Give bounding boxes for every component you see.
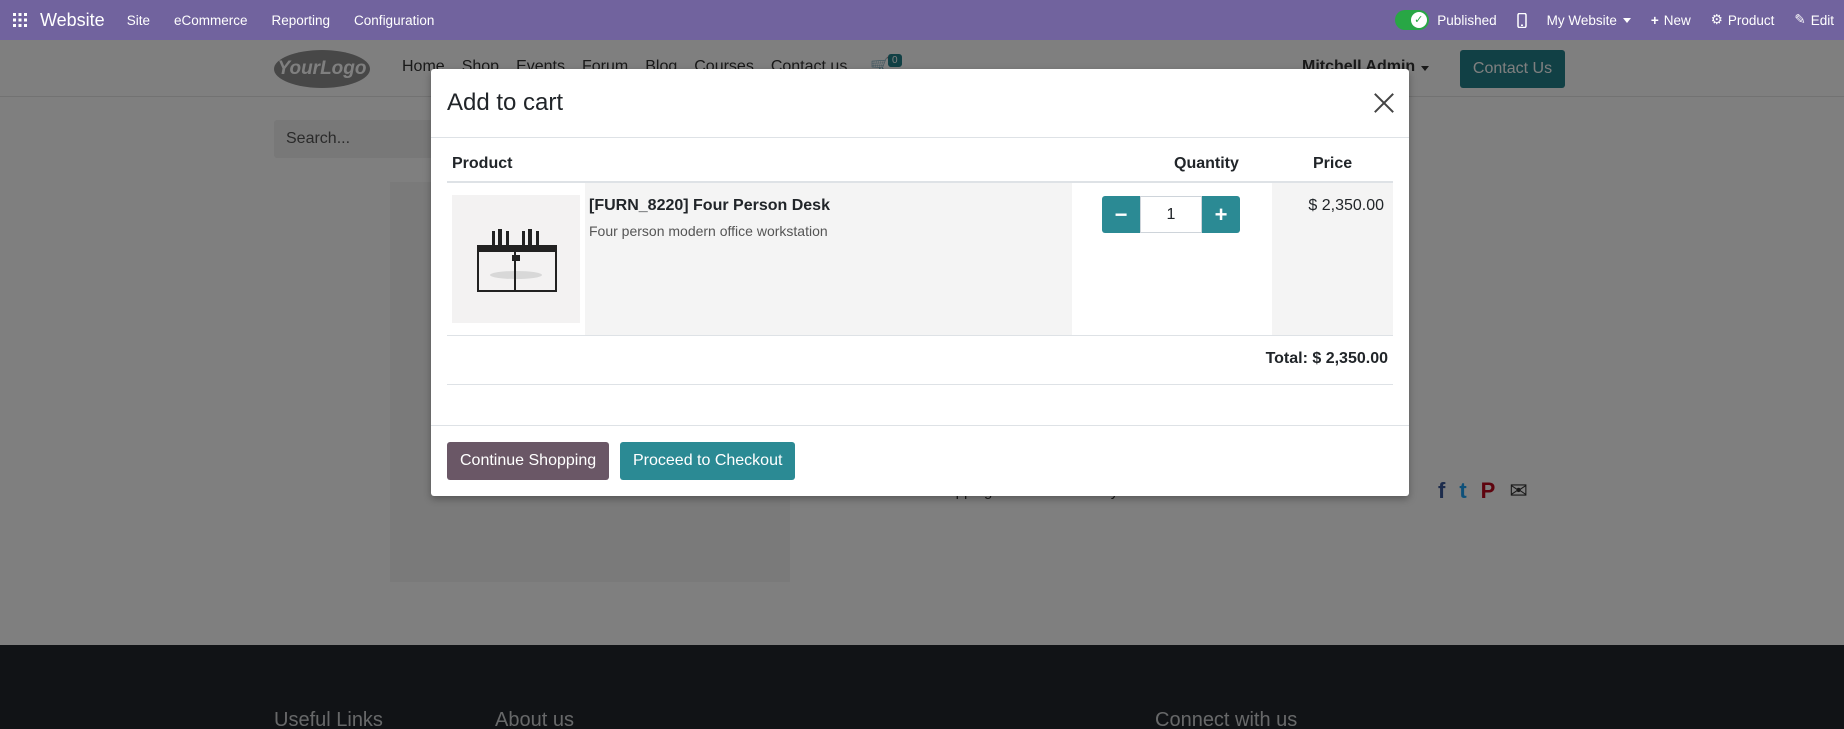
plus-icon: + xyxy=(1650,12,1659,28)
decrease-quantity-button[interactable]: − xyxy=(1102,196,1140,233)
modal-footer: Continue Shopping Proceed to Checkout xyxy=(431,425,1409,496)
product-info-cell: [FURN_8220] Four Person Desk Four person… xyxy=(585,183,1072,335)
edit-label: Edit xyxy=(1810,12,1834,28)
price-cell: $ 2,350.00 xyxy=(1272,183,1393,335)
product-thumbnail xyxy=(452,195,580,323)
desk-image-icon xyxy=(477,229,557,292)
caret-down-icon xyxy=(1622,17,1631,23)
product-label: Product xyxy=(1727,12,1775,28)
modal-title: Add to cart xyxy=(447,89,564,116)
total-amount: Total: $ 2,350.00 xyxy=(1265,350,1388,367)
my-website-dropdown[interactable]: My Website xyxy=(1547,13,1631,28)
toggle-switch[interactable]: ✓ xyxy=(1395,10,1430,30)
modal-header: Add to cart xyxy=(431,69,1409,138)
menu-ecommerce[interactable]: eCommerce xyxy=(174,13,248,28)
total-row: Total: $ 2,350.00 xyxy=(447,336,1393,385)
product-price: $ 2,350.00 xyxy=(1308,197,1384,214)
product-button[interactable]: ⚙ Product xyxy=(1711,12,1775,28)
cart-table: Product Quantity Price [FURN_8220] Four … xyxy=(447,153,1393,385)
close-icon[interactable] xyxy=(1373,92,1395,114)
new-label: New xyxy=(1663,12,1691,28)
quantity-cell: − + xyxy=(1072,183,1272,335)
increase-quantity-button[interactable]: + xyxy=(1202,196,1240,233)
table-header: Product Quantity Price xyxy=(447,153,1393,183)
gear-icon: ⚙ xyxy=(1710,12,1723,27)
column-header-product: Product xyxy=(452,155,513,172)
mobile-preview-icon[interactable] xyxy=(1516,12,1527,28)
menu-reporting[interactable]: Reporting xyxy=(272,13,331,28)
my-website-label: My Website xyxy=(1546,12,1617,28)
apps-grid-icon[interactable] xyxy=(0,0,40,40)
product-name: [FURN_8220] Four Person Desk xyxy=(589,197,830,214)
published-label: Published xyxy=(1437,12,1497,28)
menu-site[interactable]: Site xyxy=(127,13,150,28)
table-row: [FURN_8220] Four Person Desk Four person… xyxy=(447,183,1393,336)
menu-configuration[interactable]: Configuration xyxy=(354,13,434,28)
new-button[interactable]: + New xyxy=(1651,13,1691,28)
published-toggle[interactable]: ✓ Published xyxy=(1395,10,1497,30)
continue-shopping-button[interactable]: Continue Shopping xyxy=(447,442,610,480)
column-header-quantity: Quantity xyxy=(1174,155,1239,172)
pencil-icon: ✎ xyxy=(1794,12,1806,27)
proceed-to-checkout-button[interactable]: Proceed to Checkout xyxy=(620,442,796,480)
app-brand[interactable]: Website xyxy=(40,10,105,31)
column-header-price: Price xyxy=(1313,155,1353,172)
add-to-cart-modal: Add to cart Product Quantity Price [FURN… xyxy=(431,69,1409,496)
quantity-input[interactable] xyxy=(1140,196,1202,233)
admin-navbar: Website Site eCommerce Reporting Configu… xyxy=(0,0,1844,40)
edit-button[interactable]: ✎ Edit xyxy=(1794,12,1834,28)
check-icon: ✓ xyxy=(1414,14,1424,26)
product-description: Four person modern office workstation xyxy=(589,223,828,239)
